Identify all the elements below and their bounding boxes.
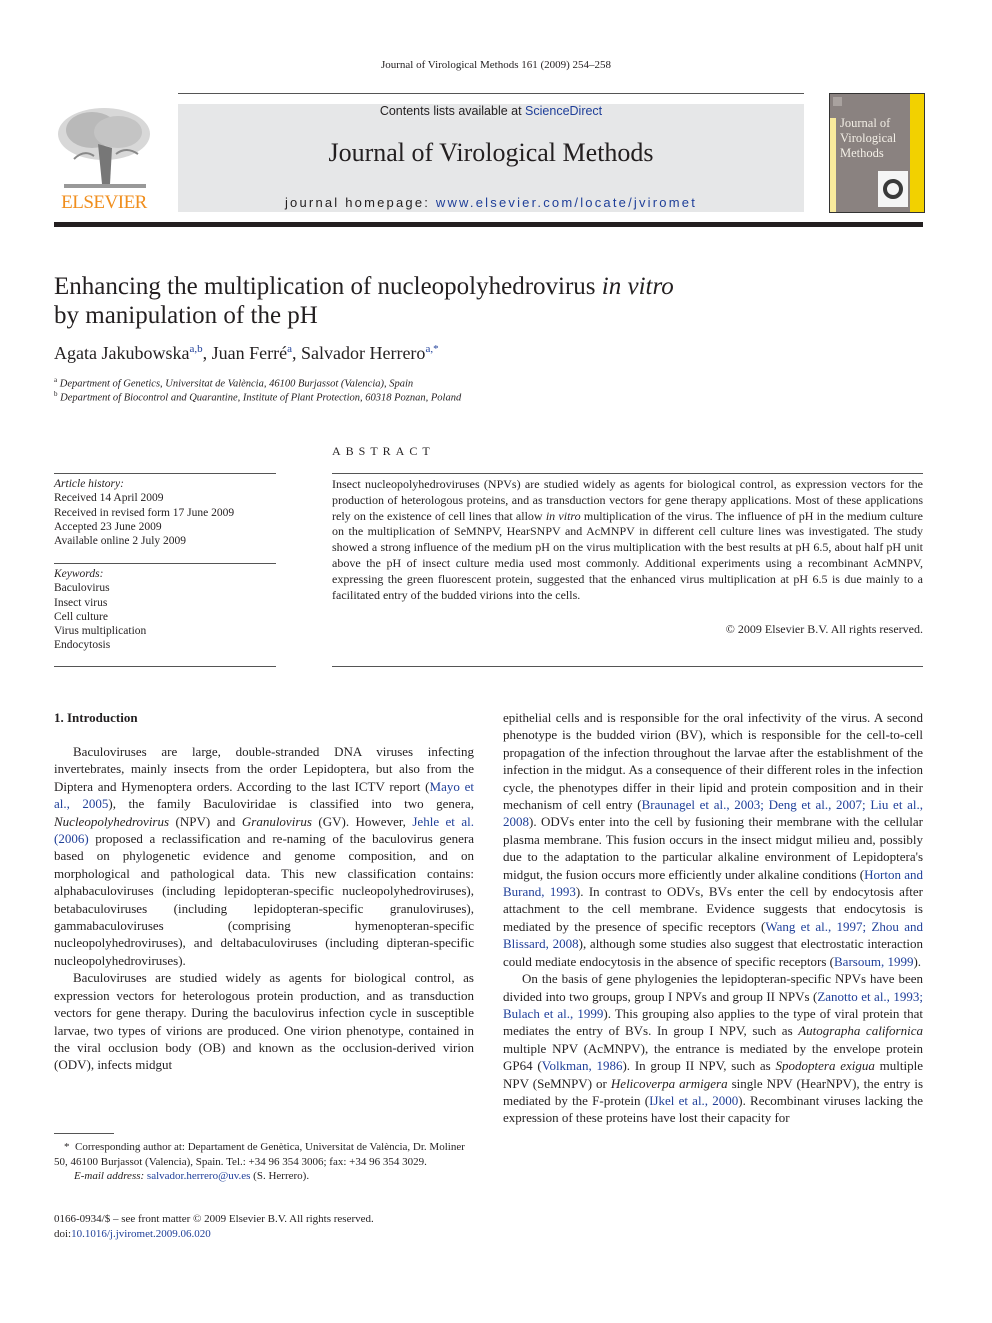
abstract-copyright: © 2009 Elsevier B.V. All rights reserved… xyxy=(725,622,923,636)
contents-prefix: Contents lists available at xyxy=(379,104,526,118)
author-list: Agata Jakubowskaa,b, Juan Ferréa, Salvad… xyxy=(54,343,439,363)
cover-yellow-band xyxy=(910,94,924,212)
author-affil-mark[interactable]: a xyxy=(287,343,292,355)
italic-term: Autographa californica xyxy=(798,1023,923,1039)
header-rule xyxy=(178,93,804,94)
journal-cover[interactable]: Journal of Virological Methods xyxy=(829,93,925,213)
keyword: Virus multiplication xyxy=(54,625,147,638)
author-name[interactable]: Agata Jakubowska xyxy=(54,343,189,363)
article-title: Enhancing the multiplication of nucleopo… xyxy=(54,273,674,329)
corresponding-author-footnote: * Corresponding author at: Departament d… xyxy=(54,1141,465,1182)
email-link[interactable]: salvador.herrero@uv.es xyxy=(147,1170,251,1182)
citation-link[interactable]: Barsoum, 1999 xyxy=(834,954,913,969)
paragraph: On the basis of gene phylogenies the lep… xyxy=(503,971,924,1126)
paragraph: Baculoviruses are large, double-stranded… xyxy=(54,744,475,968)
citation-link[interactable]: Horton and Burand, 1993 xyxy=(503,867,923,899)
history-item: Available online 2 July 2009 xyxy=(54,535,187,548)
masthead-rule xyxy=(54,222,923,227)
keyword: Insect virus xyxy=(54,596,108,609)
journal-title: Journal of Virological Methods xyxy=(328,138,654,167)
affiliation-a: a Department of Genetics, Universitat de… xyxy=(54,376,414,390)
citation-link[interactable]: Volkman, 1986 xyxy=(542,1058,623,1073)
homepage-link[interactable]: www.elsevier.com/locate/jviromet xyxy=(436,195,697,210)
info-rule xyxy=(54,666,276,667)
running-head: Journal of Virological Methods 161 (2009… xyxy=(380,59,612,71)
abstract-rule xyxy=(332,473,923,474)
citation-link[interactable]: Braunagel et al., 2003; Deng et al., 200… xyxy=(503,797,923,829)
contents-line: Contents lists available at ScienceDirec… xyxy=(178,104,804,118)
elsevier-wordmark: ELSEVIER xyxy=(61,192,147,213)
history-item: Received in revised form 17 June 2009 xyxy=(54,506,235,519)
sciencedirect-link[interactable]: ScienceDirect xyxy=(525,104,602,118)
cover-pale-strip xyxy=(830,118,836,212)
keyword: Cell culture xyxy=(54,610,108,623)
tree-icon xyxy=(54,104,154,190)
issn-line: 0166-0934/$ – see front matter © 2009 El… xyxy=(54,1213,374,1225)
citation-link[interactable]: Zanotto et al., 1993; Bulach et al., 199… xyxy=(503,989,923,1021)
author-name[interactable]: Juan Ferré xyxy=(212,343,287,363)
citation-link[interactable]: Mayo et al., 2005 xyxy=(54,779,474,811)
body-column-right: epithelial cells and is responsible for … xyxy=(503,709,923,1127)
info-rule xyxy=(54,473,276,474)
italic-term: Spodoptera exigua xyxy=(775,1058,875,1074)
paragraph: Baculoviruses are studied widely as agen… xyxy=(54,970,474,1073)
italic-term: Granulovirus xyxy=(241,813,312,829)
keyword: Endocytosis xyxy=(54,639,111,652)
abstract-text: Insect nucleopolyhedroviruses (NPVs) are… xyxy=(332,477,924,602)
elsevier-logo[interactable]: ELSEVIER xyxy=(54,104,154,214)
citation-link[interactable]: IJkel et al., 2000 xyxy=(649,1093,738,1108)
body-column-left: Baculoviruses are large, double-stranded… xyxy=(54,743,474,1074)
section-heading-introduction: 1. Introduction xyxy=(54,710,138,725)
journal-homepage: journal homepage: www.elsevier.com/locat… xyxy=(178,195,804,210)
affiliation-b: b Department of Biocontrol and Quarantin… xyxy=(54,390,462,404)
abstract-heading: ABSTRACT xyxy=(332,444,435,458)
history-item: Accepted 23 June 2009 xyxy=(54,520,162,533)
author-name[interactable]: Salvador Herrero xyxy=(301,343,425,363)
author-affil-mark[interactable]: a,* xyxy=(425,343,438,355)
doi-link[interactable]: 10.1016/j.jviromet.2009.06.020 xyxy=(71,1228,211,1240)
article-history: Article history: Received 14 April 2009 … xyxy=(54,477,276,548)
abstract-rule xyxy=(332,666,923,667)
italic-term: Nucleopolyhedrovirus xyxy=(54,813,170,829)
paragraph: epithelial cells and is responsible for … xyxy=(503,710,923,969)
cover-elsevier-icon xyxy=(833,97,842,106)
keyword: Baculovirus xyxy=(54,582,110,595)
citation-link[interactable]: Wang et al., 1997; Zhou and Blissard, 20… xyxy=(503,919,923,951)
footnote-rule xyxy=(54,1133,114,1134)
info-rule xyxy=(54,563,276,564)
italic-term: Helicoverpa armigera xyxy=(610,1075,728,1091)
cover-title: Journal of Virological Methods xyxy=(840,116,897,160)
keywords: Keywords: Baculovirus Insect virus Cell … xyxy=(54,567,276,653)
cover-virus-emblem-icon xyxy=(878,171,908,207)
author-affil-mark[interactable]: a,b xyxy=(189,343,202,355)
history-item: Received 14 April 2009 xyxy=(54,492,164,505)
homepage-label: journal homepage: xyxy=(284,195,436,210)
front-matter: 0166-0934/$ – see front matter © 2009 El… xyxy=(54,1212,474,1242)
